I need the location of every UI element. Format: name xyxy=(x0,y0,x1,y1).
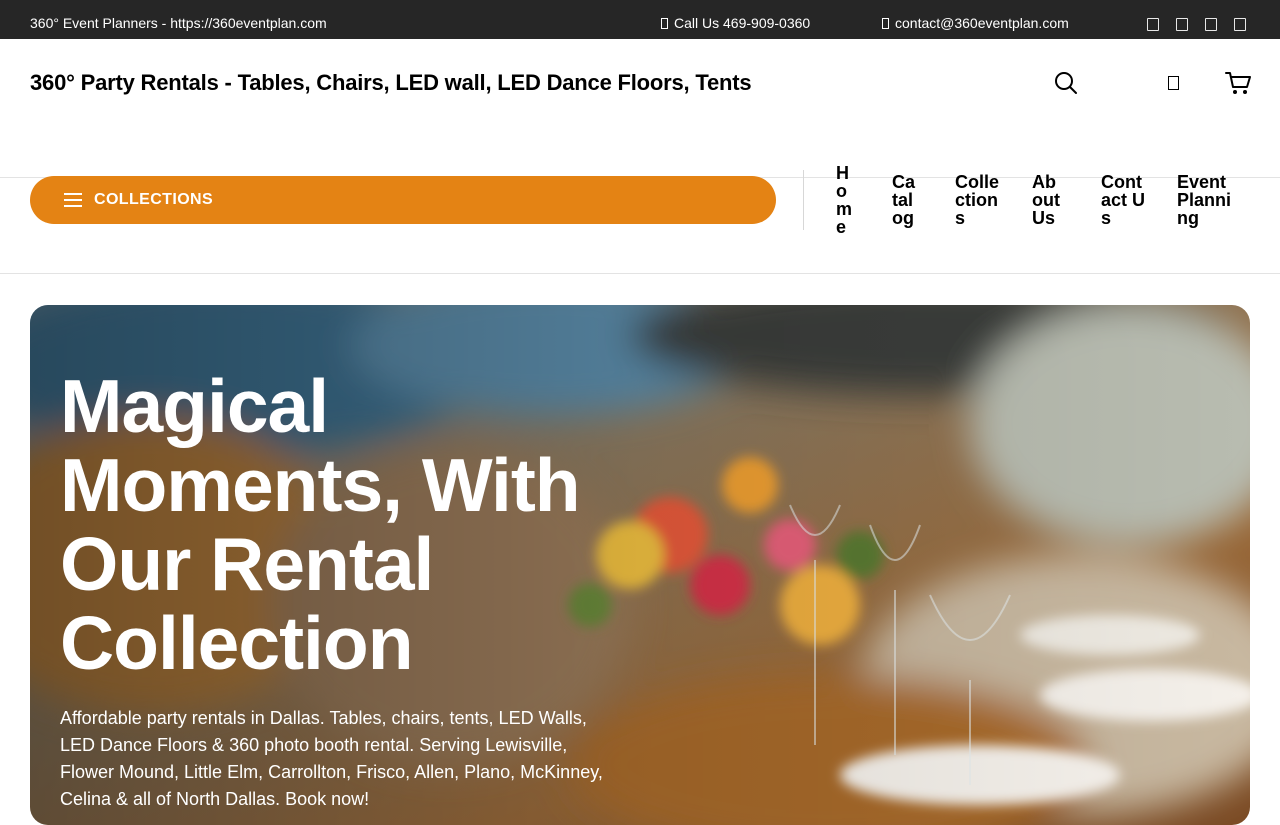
nav-item-about-us[interactable]: About Us xyxy=(1032,173,1066,227)
account-icon[interactable] xyxy=(1168,76,1179,90)
social-links xyxy=(1147,18,1246,31)
company-info: 360° Event Planners - https://360eventpl… xyxy=(30,15,327,31)
announcement-bar: 360° Event Planners - https://360eventpl… xyxy=(0,0,1280,39)
collections-menu-button[interactable]: COLLECTIONS xyxy=(30,176,776,224)
nav-item-collections[interactable]: Collections xyxy=(955,173,1001,227)
site-title[interactable]: 360° Party Rentals - Tables, Chairs, LED… xyxy=(30,70,752,96)
site-header: 360° Party Rentals - Tables, Chairs, LED… xyxy=(0,39,1280,178)
hero-subtitle: Affordable party rentals in Dallas. Tabl… xyxy=(60,708,603,809)
email-link[interactable]: contact@360eventplan.com xyxy=(882,15,1069,31)
hamburger-icon xyxy=(64,193,82,207)
nav-item-contact-us[interactable]: Contact Us xyxy=(1101,173,1145,227)
navigation-row: COLLECTIONS Home Catalog Collections Abo… xyxy=(0,164,1280,274)
nav-item-event-planning[interactable]: Event Planning xyxy=(1177,173,1237,227)
facebook-icon[interactable] xyxy=(1147,18,1159,31)
cart-button[interactable] xyxy=(1224,70,1252,96)
phone-text: Call Us 469-909-0360 xyxy=(674,15,811,31)
phone-icon xyxy=(661,17,668,29)
collections-label: COLLECTIONS xyxy=(94,191,214,208)
nav-item-home[interactable]: Home xyxy=(836,164,854,236)
youtube-icon[interactable] xyxy=(1234,18,1246,31)
twitter-icon[interactable] xyxy=(1205,18,1217,31)
nav-divider xyxy=(803,170,804,230)
instagram-icon[interactable] xyxy=(1176,18,1188,31)
mail-icon xyxy=(882,17,889,29)
search-icon xyxy=(1055,72,1077,94)
hero-title: Magical Moments, With Our Rental Collect… xyxy=(60,364,581,685)
hero-banner: Magical Moments, With Our Rental Collect… xyxy=(30,305,1250,825)
phone-link[interactable]: Call Us 469-909-0360 xyxy=(661,15,810,31)
nav-item-catalog[interactable]: Catalog xyxy=(892,173,920,227)
email-text: contact@360eventplan.com xyxy=(895,15,1069,31)
cart-icon xyxy=(1225,72,1251,94)
search-button[interactable] xyxy=(1053,70,1079,96)
